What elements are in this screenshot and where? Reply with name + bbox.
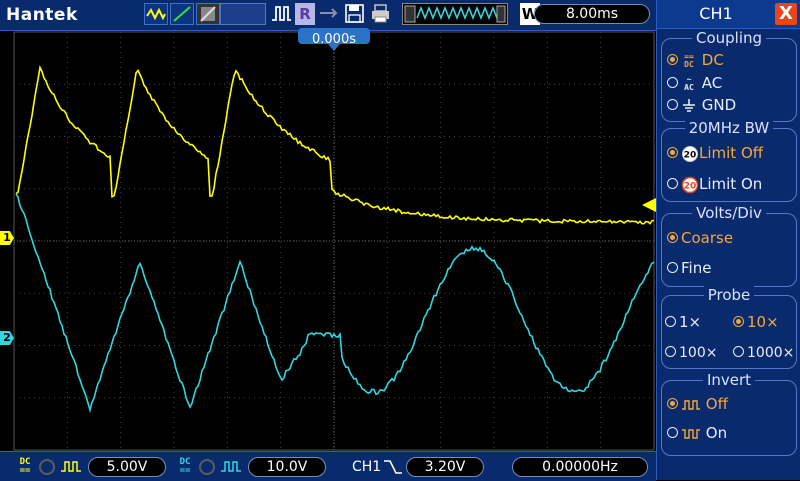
trigger-level-marker[interactable]: [642, 198, 656, 212]
invert-section: [661, 380, 797, 456]
ch1-invert-icon: [60, 459, 82, 475]
probe-10x-option[interactable]: 10×: [733, 313, 779, 331]
trigger-position-flag[interactable]: 0.000s: [298, 28, 370, 44]
print-icon[interactable]: [370, 3, 392, 25]
invert-title: Invert: [657, 371, 800, 389]
ramp-icon[interactable]: [170, 3, 194, 25]
ground-icon: [681, 99, 697, 113]
probe-1x-option[interactable]: 1×: [665, 313, 701, 331]
svg-text:20: 20: [684, 150, 697, 160]
coupling-gnd-option[interactable]: GND: [667, 96, 736, 114]
volts-coarse-option[interactable]: Coarse: [667, 229, 733, 247]
svg-text:20: 20: [684, 181, 697, 191]
ch1-volts-div[interactable]: 5.00V: [88, 457, 166, 477]
ch1-trace: [16, 68, 654, 224]
ch2-invert-icon: [220, 459, 242, 475]
invert-on-option[interactable]: On: [667, 424, 727, 442]
timebase-value[interactable]: 8.00ms: [534, 4, 650, 24]
panel-title: CH1: [657, 4, 775, 23]
invert-on-icon: [681, 427, 701, 441]
dc-icon: == DC: [681, 53, 697, 69]
trigger-source[interactable]: CH1: [352, 459, 381, 475]
persistence-icon[interactable]: [196, 3, 220, 25]
bandwidth-title: 20MHz BW: [657, 119, 800, 137]
ch1-dc-coupling-icon: DC ==: [16, 458, 34, 476]
ch2-trace: [16, 194, 654, 410]
coupling-title: Coupling: [657, 29, 800, 47]
invert-off-option[interactable]: Off: [667, 395, 728, 413]
run-mode-r-button[interactable]: R: [295, 3, 315, 25]
run-status-indicator: [220, 3, 266, 25]
bw-limit-off-option[interactable]: 20 Limit Off: [667, 144, 763, 163]
bw-limit-on-option[interactable]: 20 Limit On: [667, 175, 762, 194]
status-bar: DC == 5.00V DC == 10.0V CH1 3.20V 0.00000H…: [0, 451, 656, 481]
pulse-icon[interactable]: [270, 3, 292, 25]
brand-logo: Hantek: [6, 5, 78, 25]
panel-header: CH1 X: [657, 0, 800, 29]
save-icon[interactable]: [344, 3, 366, 25]
ch2-bw-limit-icon: [198, 458, 216, 476]
graticule: [14, 32, 654, 450]
waveform-display[interactable]: 0.000s 1 2: [0, 30, 656, 451]
volts-div-title: Volts/Div: [657, 204, 800, 222]
ch1-marker-label: 1: [3, 231, 11, 244]
volts-fine-option[interactable]: Fine: [667, 259, 711, 277]
close-button[interactable]: X: [775, 3, 797, 25]
channel-menu-panel: CH1 X Coupling == DC DC ~ AC AC GND 20MHz …: [656, 0, 800, 480]
coupling-dc-option[interactable]: == DC DC: [667, 51, 724, 69]
frequency-readout: 0.00000Hz: [512, 457, 648, 477]
bw-on-icon: 20: [681, 176, 699, 194]
ch1-bw-limit-icon: [38, 458, 56, 476]
probe-1000x-option[interactable]: 1000×: [733, 345, 794, 361]
ch2-marker-label: 2: [3, 331, 11, 344]
waveform-icon[interactable]: [144, 3, 168, 25]
probe-100x-option[interactable]: 100×: [665, 345, 717, 361]
invert-off-icon: [681, 398, 701, 412]
trigger-level[interactable]: 3.20V: [406, 457, 484, 477]
ch2-volts-div[interactable]: 10.0V: [248, 457, 326, 477]
coupling-ac-option[interactable]: ~ AC AC: [667, 74, 722, 92]
ac-icon: ~ AC: [681, 76, 697, 92]
trigger-position-arrow: [328, 44, 340, 52]
ch2-dc-coupling-icon: DC ==: [176, 458, 194, 476]
falling-edge-icon[interactable]: [383, 458, 403, 476]
top-toolbar: Hantek R W 8.00ms: [0, 0, 656, 31]
bw-off-icon: 20: [681, 145, 699, 163]
probe-title: Probe: [657, 286, 800, 304]
usb-icon[interactable]: [318, 3, 340, 25]
memory-depth-indicator: [402, 3, 508, 25]
